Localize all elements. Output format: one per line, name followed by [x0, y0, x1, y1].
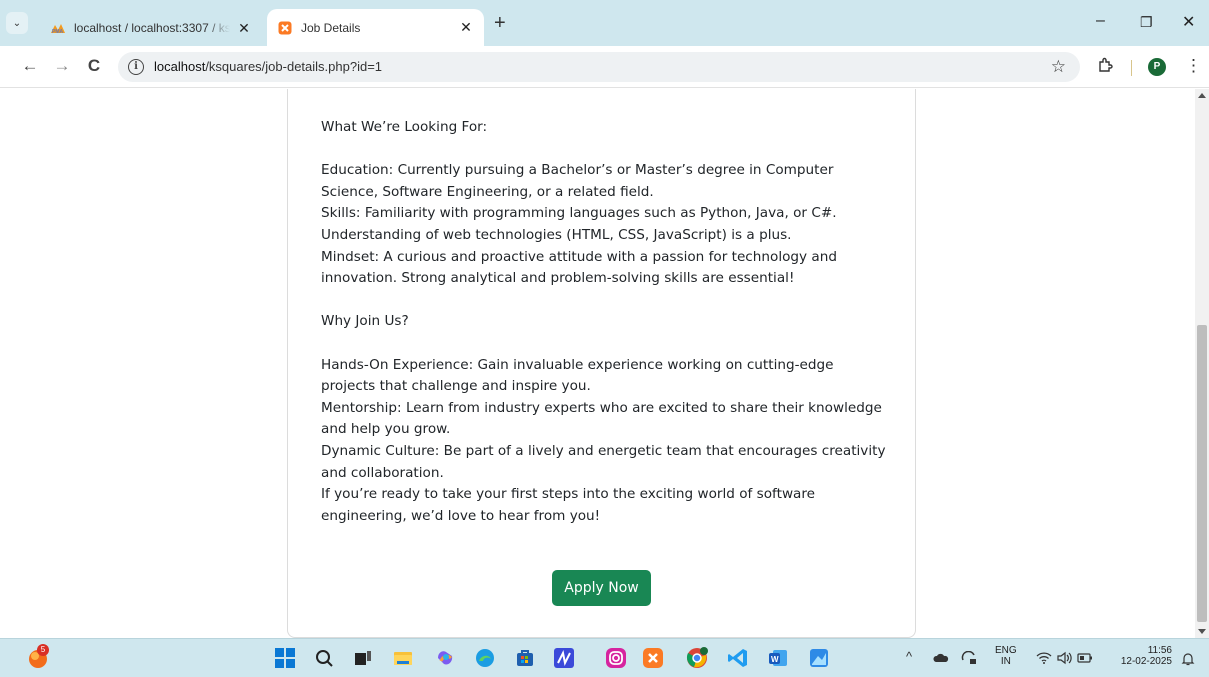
- vscode-icon[interactable]: [727, 647, 749, 669]
- tab-search-chevron-icon[interactable]: ⌄: [6, 12, 28, 34]
- region-code: IN: [1000, 656, 1011, 667]
- edge-icon[interactable]: [474, 647, 496, 669]
- description-paragraph: Skills: Familiarity with programming lan…: [321, 205, 837, 243]
- url-host: localhost: [154, 59, 206, 74]
- close-tab-icon[interactable]: ✕: [458, 19, 474, 36]
- xampp-icon: [277, 21, 293, 35]
- maximize-button[interactable]: ❐: [1140, 14, 1153, 31]
- tab-strip: ⌄ PMA localhost / localhost:3307 / ksqua…: [0, 0, 1209, 46]
- clock[interactable]: 11:56 12-02-2025: [1108, 645, 1172, 667]
- notification-badge: 5: [37, 644, 49, 656]
- dev-app-icon[interactable]: [553, 647, 575, 669]
- tab-title: Job Details: [301, 20, 361, 35]
- job-description: What We’re Looking For: Education: Curren…: [321, 117, 891, 527]
- task-view-icon[interactable]: [352, 647, 374, 669]
- search-icon[interactable]: [313, 647, 335, 669]
- scroll-up-arrow-icon[interactable]: [1198, 93, 1206, 98]
- svg-text:PMA: PMA: [52, 29, 64, 34]
- svg-text:W: W: [771, 655, 779, 664]
- bookmark-star-icon[interactable]: ☆: [1051, 57, 1066, 77]
- description-paragraph: Dynamic Culture: Be part of a lively and…: [321, 442, 886, 481]
- copilot-icon[interactable]: [434, 647, 456, 669]
- tab-job-details[interactable]: Job Details ✕: [267, 9, 484, 46]
- phpmyadmin-icon: PMA: [50, 21, 66, 35]
- url-path: /ksquares/job-details.php?id=1: [205, 59, 383, 74]
- job-details-card: What We’re Looking For: Education: Curren…: [287, 89, 916, 638]
- site-info-icon[interactable]: i: [128, 59, 144, 75]
- language-code: ENG: [995, 645, 1017, 656]
- scroll-down-arrow-icon[interactable]: [1198, 629, 1206, 634]
- close-window-button[interactable]: ✕: [1182, 12, 1195, 32]
- description-paragraph: Hands-On Experience: Gain invaluable exp…: [321, 356, 834, 395]
- toolbar-divider: [1131, 60, 1132, 76]
- sync-icon[interactable]: [961, 650, 977, 668]
- clock-time: 11:56: [1147, 645, 1172, 656]
- vertical-scrollbar[interactable]: [1195, 89, 1209, 638]
- reload-button[interactable]: C: [84, 56, 104, 76]
- start-icon[interactable]: [274, 647, 296, 669]
- apply-now-button[interactable]: Apply Now: [552, 570, 651, 606]
- description-paragraph: If you’re ready to take your first steps…: [321, 486, 816, 524]
- photos-icon[interactable]: [808, 647, 830, 669]
- weather-widget[interactable]: 5: [27, 644, 49, 669]
- url-text[interactable]: localhost/ksquares/job-details.php?id=1: [154, 59, 382, 74]
- description-paragraph: Education: Currently pursuing a Bachelor…: [321, 162, 834, 200]
- description-paragraph: Why Join Us?: [321, 313, 409, 330]
- profile-avatar[interactable]: P: [1148, 58, 1166, 76]
- windows-taskbar: 5 W ^ ENG IN 11:56 12-02-2025: [0, 638, 1209, 677]
- instagram-icon[interactable]: [605, 647, 627, 669]
- wifi-icon[interactable]: [1036, 651, 1052, 668]
- back-button[interactable]: ←: [20, 56, 40, 76]
- extensions-icon[interactable]: [1097, 57, 1113, 78]
- file-explorer-icon[interactable]: [392, 647, 414, 669]
- battery-icon[interactable]: [1077, 651, 1093, 668]
- notifications-icon[interactable]: [1180, 651, 1196, 670]
- scroll-thumb[interactable]: [1197, 325, 1207, 622]
- address-bar[interactable]: i localhost/ksquares/job-details.php?id=…: [118, 52, 1080, 82]
- new-tab-button[interactable]: +: [494, 13, 506, 33]
- onedrive-icon[interactable]: [933, 651, 949, 668]
- browser-menu-icon[interactable]: ⋮: [1185, 56, 1202, 76]
- clock-date: 12-02-2025: [1120, 656, 1172, 667]
- description-paragraph: Mindset: A curious and proactive attitud…: [321, 248, 837, 287]
- description-paragraph: What We’re Looking For:: [321, 119, 488, 135]
- language-indicator[interactable]: ENG IN: [995, 645, 1017, 667]
- show-hidden-icons-chevron-icon[interactable]: ^: [906, 649, 912, 664]
- xampp-taskbar-icon[interactable]: [642, 647, 664, 669]
- tab-title: localhost / localhost:3307 / ksquares: [74, 21, 230, 35]
- close-tab-icon[interactable]: ✕: [236, 20, 252, 37]
- page-viewport: What We’re Looking For: Education: Curren…: [0, 89, 1195, 638]
- tab-phpmyadmin[interactable]: PMA localhost / localhost:3307 / ksquare…: [40, 10, 262, 46]
- volume-icon[interactable]: [1056, 651, 1072, 668]
- browser-toolbar: ← → C i localhost/ksquares/job-details.p…: [0, 46, 1209, 88]
- word-icon[interactable]: W: [767, 647, 789, 669]
- forward-button[interactable]: →: [52, 56, 72, 76]
- description-paragraph: Mentorship: Learn from industry experts …: [321, 399, 882, 438]
- minimize-button[interactable]: –: [1096, 12, 1105, 30]
- store-icon[interactable]: [514, 647, 536, 669]
- chrome-icon[interactable]: [686, 647, 708, 669]
